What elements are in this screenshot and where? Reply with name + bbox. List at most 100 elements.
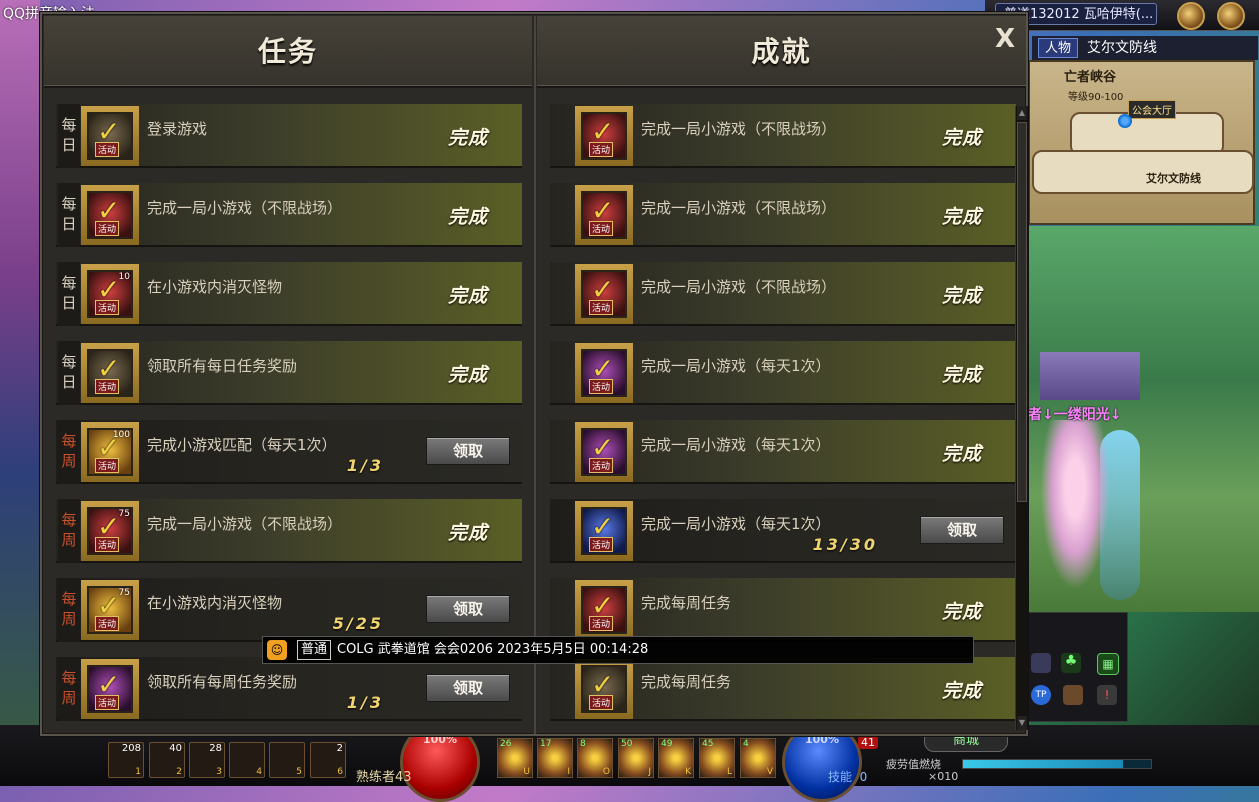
- chat-text: COLG 武拳道馆 会会0206 2023年5月5日 00:14:28: [337, 642, 649, 657]
- skill-slot-j[interactable]: 50 J: [618, 738, 654, 778]
- reward-icon: ✓ 100 活动: [87, 428, 133, 476]
- minimap-road: [1032, 150, 1254, 194]
- chat-channel[interactable]: 普通: [297, 640, 332, 660]
- task-title: 完成一局小游戏（每天1次）: [641, 436, 831, 454]
- reward-icon: ✓ 10 活动: [87, 270, 133, 318]
- reward-icon-frame: ✓ 活动: [575, 501, 633, 561]
- reward-icon-frame: ✓ 活动: [81, 343, 139, 403]
- character-tab[interactable]: 人物: [1038, 38, 1078, 58]
- task-title: 完成一局小游戏（不限战场）: [147, 515, 343, 533]
- skill-slot-i[interactable]: 17 I: [537, 738, 573, 778]
- completed-label: 完成: [941, 285, 982, 307]
- progress-counter: 5/25: [332, 614, 384, 633]
- scroll-thumb[interactable]: [1017, 122, 1027, 502]
- quest-title: 任务: [257, 35, 318, 68]
- area-name: 艾尔文防线: [1087, 40, 1157, 56]
- skill-slot-o[interactable]: 8O: [577, 738, 613, 778]
- smiley-icon[interactable]: ☺: [267, 640, 287, 660]
- task-title: 完成一局小游戏（不限战场）: [641, 199, 837, 217]
- quest-row: 每周 ✓ 100 活动 完成小游戏匹配（每天1次） 1/3 领取: [56, 420, 522, 484]
- period-label: 每日: [58, 104, 80, 168]
- guild-hall-marker[interactable]: 公会大厅: [1128, 100, 1176, 119]
- quest-header: 任务: [44, 16, 532, 88]
- book-icon[interactable]: [1063, 685, 1083, 705]
- achievement-header: 成就: [537, 16, 1026, 88]
- reward-icon-frame: ✓ 活动: [575, 659, 633, 719]
- claim-button[interactable]: 领取: [426, 595, 510, 623]
- completed-label: 完成: [447, 364, 488, 386]
- progress-counter: 1/3: [346, 693, 384, 712]
- event-tag-icon: 活动: [95, 300, 120, 315]
- achievement-row: ✓ 活动 完成一局小游戏（不限战场） 完成: [550, 183, 1016, 247]
- scrollbar[interactable]: ▲ ▼: [1015, 106, 1028, 730]
- player-character[interactable]: [1040, 420, 1110, 590]
- player-name: 者↓一缕阳光↓: [1028, 407, 1122, 423]
- quick-slot-5[interactable]: 5: [269, 742, 305, 778]
- scroll-down-icon[interactable]: ▼: [1017, 716, 1027, 730]
- period-label: 每日: [58, 262, 80, 326]
- quick-slot-3[interactable]: 28 3: [189, 742, 225, 778]
- quick-slot-2[interactable]: 40 2: [149, 742, 185, 778]
- task-title: 完成一局小游戏（每天1次）: [641, 515, 831, 533]
- event-tag-icon: 活动: [589, 221, 614, 236]
- claim-button[interactable]: 领取: [426, 437, 510, 465]
- skill-slot-k[interactable]: 49 K: [658, 738, 694, 778]
- reward-icon: ✓ 活动: [581, 507, 627, 555]
- alert-icon[interactable]: !: [1097, 685, 1117, 705]
- event-tag-icon: 活动: [95, 379, 120, 394]
- reward-icon-frame: ✓ 活动: [575, 580, 633, 640]
- sprout-icon[interactable]: ♣: [1061, 653, 1081, 673]
- reward-count: 75: [118, 588, 130, 598]
- fatigue-bar: [962, 759, 1152, 769]
- minimap-title: 亡者峡谷: [1064, 70, 1117, 85]
- reward-icon-frame: ✓ 活动: [575, 422, 633, 482]
- reward-icon-frame: ✓ 活动: [81, 659, 139, 719]
- completed-label: 完成: [941, 364, 982, 386]
- reward-icon-frame: ✓ 75 活动: [81, 501, 139, 561]
- reward-icon-frame: ✓ 10 活动: [81, 264, 139, 324]
- calendar-icon[interactable]: ▦: [1097, 653, 1119, 675]
- reward-icon-frame: ✓ 100 活动: [81, 422, 139, 482]
- achievement-row: ✓ 活动 完成一局小游戏（每天1次） 13/30 领取: [550, 499, 1016, 563]
- reward-icon: ✓ 活动: [87, 112, 133, 160]
- character-icon[interactable]: [1031, 653, 1051, 673]
- quick-slot-4[interactable]: 4: [229, 742, 265, 778]
- completed-label: 完成: [447, 206, 488, 228]
- event-tag-icon: 活动: [95, 537, 120, 552]
- skill-slot-v[interactable]: 4V: [740, 738, 776, 778]
- quest-row: 每日 ✓ 活动 领取所有每日任务奖励 完成: [56, 341, 522, 405]
- skill-slot-l[interactable]: 45 L: [699, 738, 735, 778]
- reward-icon: ✓ 75 活动: [87, 586, 133, 634]
- settings-orb-icon[interactable]: [1217, 2, 1245, 30]
- quest-row: 每周 ✓ 75 活动 完成一局小游戏（不限战场） 完成: [56, 499, 522, 563]
- task-title: 完成一局小游戏（不限战场）: [641, 120, 837, 138]
- reward-icon: ✓ 活动: [581, 428, 627, 476]
- game-scene-left: [0, 0, 40, 786]
- completed-label: 完成: [941, 680, 982, 702]
- quick-slot-1[interactable]: 208 1: [108, 742, 144, 778]
- close-button[interactable]: X: [990, 24, 1020, 54]
- progress-counter: 1/3: [346, 456, 384, 475]
- chat-message: ☺ 普通 COLG 武拳道馆 会会0206 2023年5月5日 00:14:28: [262, 636, 974, 664]
- skill-slot-u[interactable]: 26 U: [497, 738, 533, 778]
- reward-count: 100: [112, 430, 130, 440]
- claim-button[interactable]: 领取: [426, 674, 510, 702]
- reward-icon: ✓ 活动: [87, 349, 133, 397]
- task-title: 完成每周任务: [641, 673, 732, 691]
- scene-building: [1040, 352, 1140, 400]
- reward-icon-frame: ✓ 活动: [575, 343, 633, 403]
- scroll-up-icon[interactable]: ▲: [1017, 106, 1027, 120]
- event-tag-icon: 活动: [589, 379, 614, 394]
- menu-orb-icon[interactable]: [1177, 2, 1205, 30]
- task-title: 在小游戏内消灭怪物: [147, 278, 283, 296]
- tp-icon[interactable]: TP: [1031, 685, 1051, 705]
- event-tag-icon: 活动: [95, 458, 120, 473]
- event-tag-icon: 活动: [589, 458, 614, 473]
- minimap[interactable]: 亡者峡谷 等级90-100 公会大厅 艾尔文防线: [1028, 60, 1255, 225]
- quick-slot-6[interactable]: 26: [310, 742, 346, 778]
- event-tag-icon: 活动: [95, 695, 120, 710]
- reward-icon: ✓ 75 活动: [87, 507, 133, 555]
- quest-row: 每日 ✓ 10 活动 在小游戏内消灭怪物 完成: [56, 262, 522, 326]
- claim-button[interactable]: 领取: [920, 516, 1004, 544]
- task-title: 完成一局小游戏（每天1次）: [641, 357, 831, 375]
